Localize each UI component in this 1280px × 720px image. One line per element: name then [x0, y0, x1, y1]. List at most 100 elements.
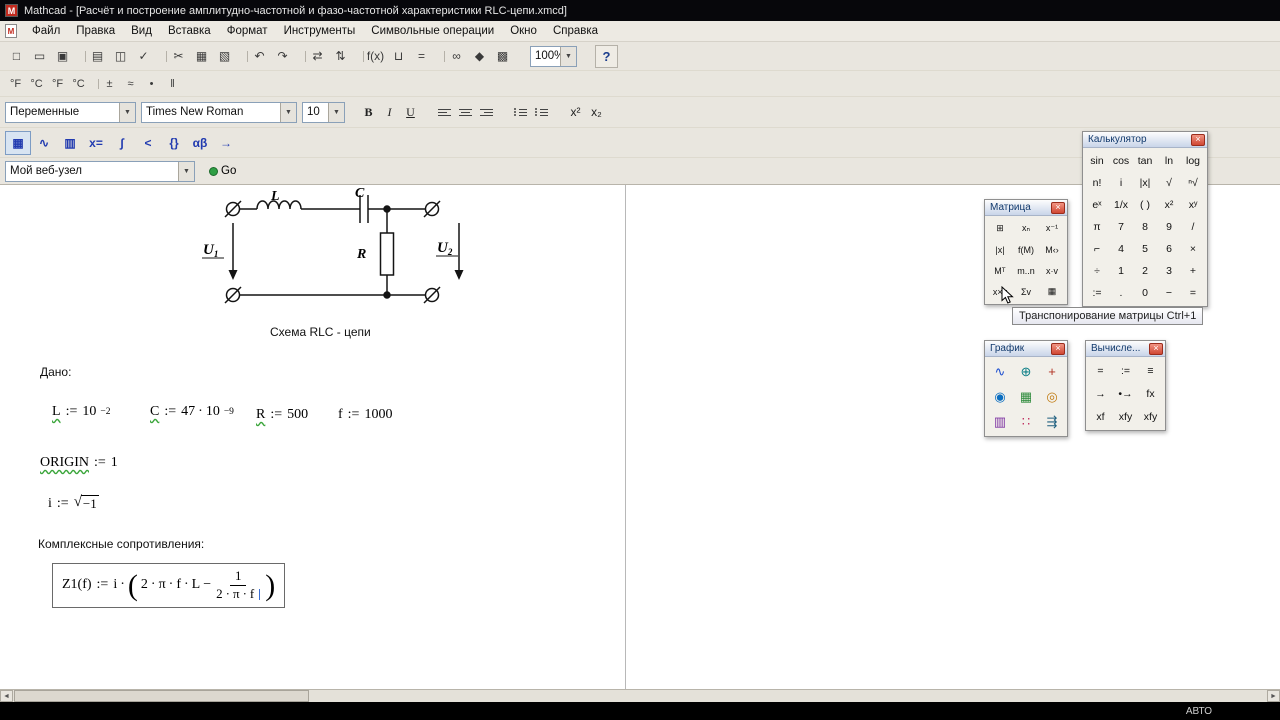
custom-symbol-button[interactable]: °F	[5, 74, 26, 94]
circuit-diagram-region[interactable]: L C R U1 U2	[197, 186, 467, 317]
evaluation-key[interactable]: •→	[1113, 382, 1138, 405]
menu-item[interactable]: Вставка	[160, 21, 219, 41]
graph-key[interactable]: ∿	[987, 359, 1013, 384]
circuit-caption[interactable]: Схема RLC - цепи	[270, 325, 371, 339]
graph-key[interactable]: +	[1039, 359, 1065, 384]
calculator-key[interactable]: 7	[1109, 216, 1133, 238]
graph-palette-icon[interactable]: ∿	[31, 131, 57, 155]
calculator-key[interactable]: 6	[1157, 238, 1181, 260]
custom-symbol-button[interactable]: •	[141, 74, 162, 94]
close-icon[interactable]: ×	[1051, 201, 1065, 214]
calculator-key[interactable]: ln	[1157, 150, 1181, 172]
align-center-button[interactable]	[455, 102, 476, 123]
symbolic-palette-icon[interactable]: →	[213, 131, 239, 155]
matrix-key[interactable]: x⁻¹	[1039, 218, 1065, 239]
matrix-key[interactable]: ⊞	[987, 218, 1013, 239]
calculator-key[interactable]: ( )	[1133, 194, 1157, 216]
menu-item[interactable]: Справка	[545, 21, 606, 41]
calculator-palette-icon[interactable]: ▦	[5, 130, 31, 155]
align-down-icon[interactable]: ⇅	[329, 45, 352, 68]
hyperlink-icon[interactable]: ∞	[445, 45, 468, 68]
calculator-key[interactable]: 9	[1157, 216, 1181, 238]
open-icon[interactable]: ▭	[28, 45, 51, 68]
graph-key[interactable]: ∷	[1013, 409, 1039, 434]
scroll-right-button[interactable]: ►	[1267, 690, 1280, 702]
print-icon[interactable]: ▤	[86, 45, 109, 68]
chevron-down-icon[interactable]: ▼	[560, 46, 576, 66]
calculator-key[interactable]: /	[1181, 216, 1205, 238]
calculator-key[interactable]: tan	[1133, 150, 1157, 172]
definition-R[interactable]: R := 500	[256, 407, 308, 423]
graph-key[interactable]: ⊕	[1013, 359, 1039, 384]
evaluation-key[interactable]: xf	[1088, 405, 1113, 428]
boolean-palette-icon[interactable]: <	[135, 131, 161, 155]
graph-key[interactable]: ◉	[987, 384, 1013, 409]
matrix-key[interactable]: ▦	[1039, 281, 1065, 302]
matrix-key[interactable]: f(M)	[1013, 239, 1039, 260]
style-select[interactable]: Переменные ▼	[5, 101, 136, 123]
definition-C[interactable]: C := 47 · 10 −9	[150, 404, 234, 420]
insert-function-icon[interactable]: f(x)	[364, 45, 387, 68]
calculator-key[interactable]: −	[1157, 282, 1181, 304]
calculator-key[interactable]: eˣ	[1085, 194, 1109, 216]
calculator-key[interactable]: n!	[1085, 172, 1109, 194]
calculator-key[interactable]: xʸ	[1181, 194, 1205, 216]
bold-button[interactable]: B	[358, 102, 379, 123]
calculator-key[interactable]: ⁿ√	[1181, 172, 1205, 194]
menu-item[interactable]: Правка	[68, 21, 123, 41]
align-left-button[interactable]	[434, 102, 455, 123]
evaluation-key[interactable]: xfy	[1113, 405, 1138, 428]
definition-f[interactable]: f := 1000	[338, 407, 392, 423]
copy-icon[interactable]: ▦	[190, 45, 213, 68]
chevron-down-icon[interactable]: ▼	[178, 161, 194, 181]
menu-item[interactable]: Символьные операции	[363, 21, 502, 41]
given-label[interactable]: Дано:	[40, 365, 71, 379]
custom-symbol-button[interactable]: °F	[47, 74, 68, 94]
z1-definition[interactable]: Z1(f) := i · ( 2 · π · f · L − 1 2 · π ·…	[52, 563, 286, 608]
matrix-key[interactable]: M‹›	[1039, 239, 1065, 260]
cut-icon[interactable]: ✂	[167, 45, 190, 68]
font-select[interactable]: Times New Roman ▼	[141, 101, 297, 123]
evaluation-palette-icon[interactable]: x=	[83, 131, 109, 155]
zoom-select[interactable]: 100% ▼	[530, 45, 577, 67]
calculator-key[interactable]: 0	[1133, 282, 1157, 304]
bullet-list-button[interactable]	[510, 102, 531, 123]
greek-palette-icon[interactable]: αβ	[187, 131, 213, 155]
save-icon[interactable]: ▣	[51, 45, 74, 68]
evaluation-key[interactable]: →	[1088, 382, 1113, 405]
calculator-palette-titlebar[interactable]: Калькулятор ×	[1083, 132, 1207, 148]
calculator-key[interactable]: 8	[1133, 216, 1157, 238]
custom-symbol-button[interactable]: ±	[99, 74, 120, 94]
chevron-down-icon[interactable]: ▼	[280, 102, 296, 122]
custom-symbol-button[interactable]: ≈	[120, 74, 141, 94]
calculator-key[interactable]: =	[1181, 282, 1205, 304]
calculator-key[interactable]: 5	[1133, 238, 1157, 260]
calculator-key[interactable]: |x|	[1133, 172, 1157, 194]
calculus-palette-icon[interactable]: ∫	[109, 131, 135, 155]
matrix-key[interactable]: Mᵀ	[987, 260, 1013, 281]
matrix-key[interactable]: m..n	[1013, 260, 1039, 281]
calculator-key[interactable]: √	[1157, 172, 1181, 194]
italic-button[interactable]: I	[379, 102, 400, 123]
zoom-area-icon[interactable]: ▩	[491, 45, 514, 68]
graph-key[interactable]: ⇶	[1039, 409, 1065, 434]
matrix-key[interactable]: |x|	[987, 239, 1013, 260]
menu-item[interactable]: Формат	[219, 21, 276, 41]
impedance-label[interactable]: Комплексные сопротивления:	[38, 537, 204, 551]
undo-icon[interactable]: ↶	[248, 45, 271, 68]
matrix-palette-titlebar[interactable]: Матрица ×	[985, 200, 1067, 216]
evaluation-key[interactable]: ≡	[1138, 359, 1163, 382]
calculator-key[interactable]: ÷	[1085, 260, 1109, 282]
calculate-icon[interactable]: =	[410, 45, 433, 68]
close-icon[interactable]: ×	[1149, 342, 1163, 355]
calculator-key[interactable]: π	[1085, 216, 1109, 238]
definition-i[interactable]: i := √ −1	[48, 495, 99, 512]
calculator-key[interactable]: x²	[1157, 194, 1181, 216]
calculator-key[interactable]: ⌐	[1085, 238, 1109, 260]
programming-palette-icon[interactable]: {}	[161, 131, 187, 155]
numbered-list-button[interactable]	[531, 102, 552, 123]
font-size-select[interactable]: 10 ▼	[302, 101, 345, 123]
evaluation-key[interactable]: fx	[1138, 382, 1163, 405]
definition-origin[interactable]: ORIGIN := 1	[40, 455, 118, 471]
calculator-key[interactable]: 1/x	[1109, 194, 1133, 216]
